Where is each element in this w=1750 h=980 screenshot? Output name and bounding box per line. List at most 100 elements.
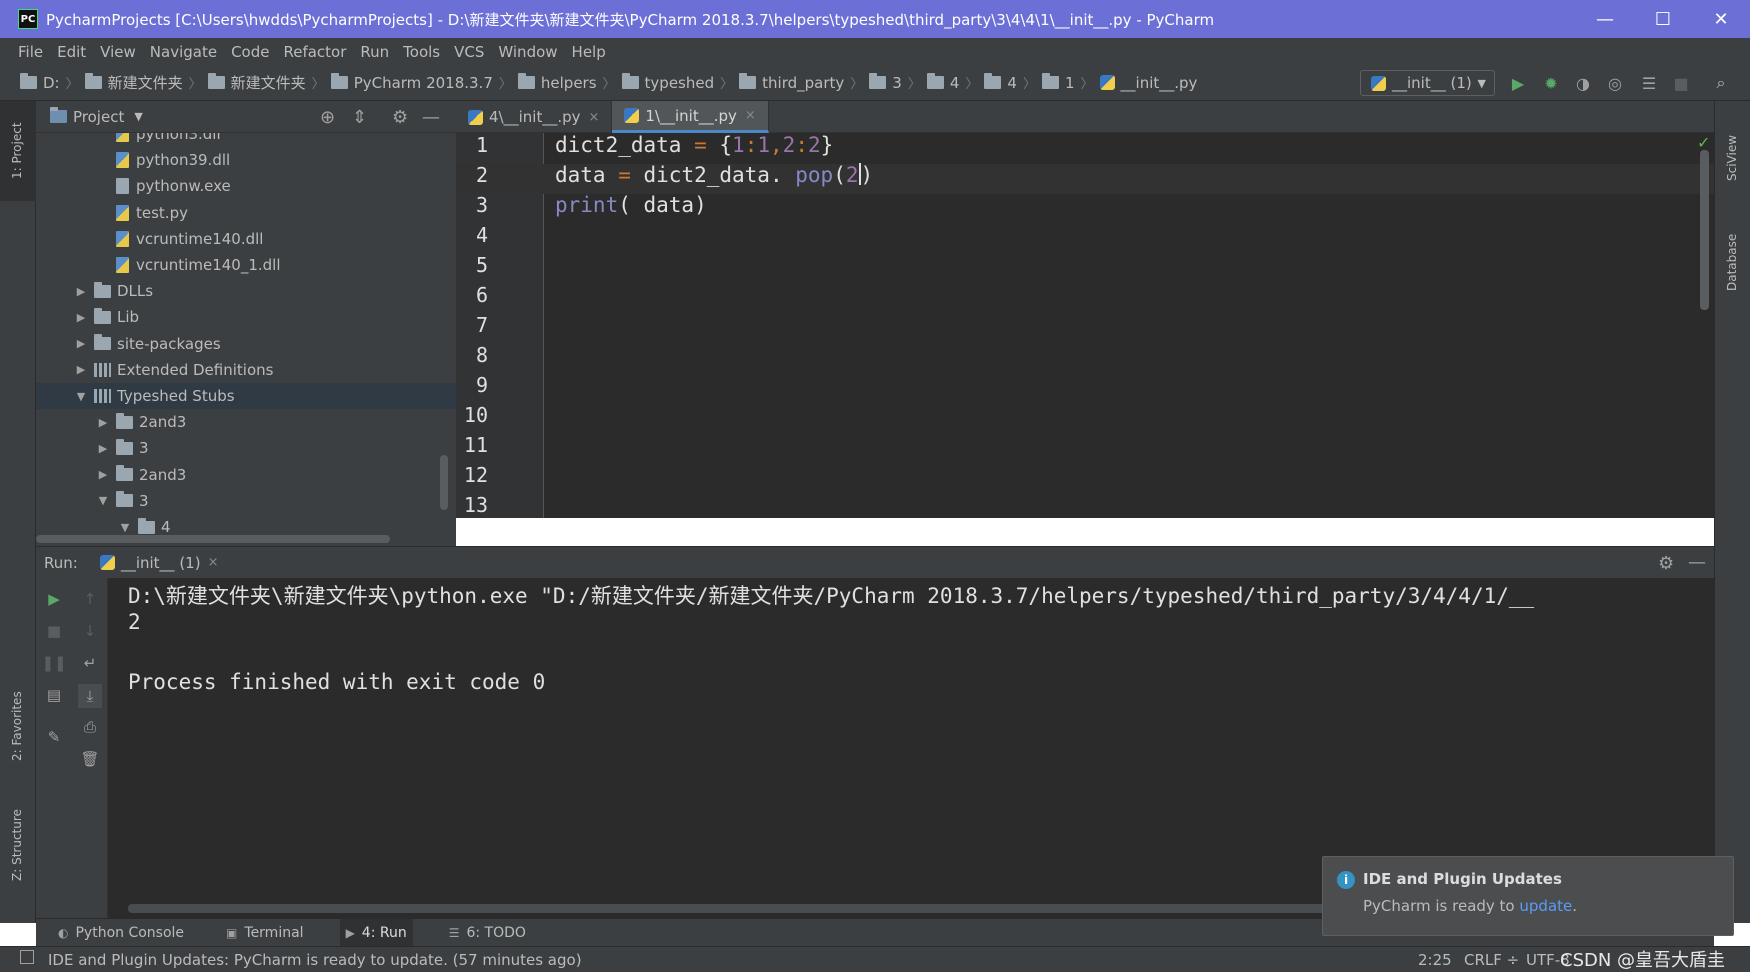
chevron-right-icon[interactable]: ▶ xyxy=(74,363,88,376)
minimize-button[interactable]: — xyxy=(1576,0,1634,38)
concurrency-icon[interactable]: ☰ xyxy=(1640,74,1658,93)
breadcrumb-item[interactable]: 1 xyxy=(1041,73,1075,92)
chevron-down-icon[interactable]: ▼ xyxy=(134,110,142,123)
gear-icon[interactable]: ⚙ xyxy=(392,107,408,128)
debug-icon[interactable]: ✹ xyxy=(1542,74,1560,93)
breadcrumb-item[interactable]: typeshed xyxy=(621,73,714,92)
tab-terminal[interactable]: ▣ Terminal xyxy=(220,919,310,947)
status-message[interactable]: IDE and Plugin Updates: PyCharm is ready… xyxy=(48,951,582,969)
tree-row[interactable]: vcruntime140.dll xyxy=(36,226,456,252)
profile-icon[interactable]: ◎ xyxy=(1606,74,1624,93)
code-line-2[interactable]: data = dict2_data. pop(2) xyxy=(555,163,873,187)
arrow-down-icon[interactable]: ↓ xyxy=(81,622,99,640)
close-tab-icon[interactable]: × xyxy=(589,110,600,125)
tree-row[interactable]: python3.dll xyxy=(36,133,456,147)
close-window-button[interactable]: ✕ xyxy=(1692,0,1750,38)
collapse-all-icon[interactable]: ⇕ xyxy=(352,107,367,128)
menu-vcs[interactable]: VCS xyxy=(454,43,484,61)
line-separator[interactable]: CRLF ÷ xyxy=(1464,951,1519,969)
menu-tools[interactable]: Tools xyxy=(403,43,440,61)
console-horizontal-scrollbar[interactable] xyxy=(128,904,1328,913)
breadcrumb-item[interactable]: third_party xyxy=(739,73,844,92)
project-panel-title[interactable]: Project xyxy=(73,108,124,126)
caret-position[interactable]: 2:25 xyxy=(1418,951,1452,969)
chevron-right-icon[interactable]: ▶ xyxy=(96,442,110,455)
arrow-up-icon[interactable]: ↑ xyxy=(81,590,99,608)
tree-row[interactable]: ▶ 2and3 xyxy=(36,409,456,435)
stop-icon[interactable]: ■ xyxy=(1672,74,1690,93)
gear-icon[interactable]: ⚙ xyxy=(1658,553,1674,574)
tree-row[interactable]: ▼ Typeshed Stubs xyxy=(36,383,456,409)
locate-icon[interactable]: ⊕ xyxy=(320,107,335,128)
menu-file[interactable]: File xyxy=(18,43,43,61)
menu-code[interactable]: Code xyxy=(231,43,269,61)
menu-view[interactable]: View xyxy=(100,43,136,61)
code-line-3[interactable]: print( data) xyxy=(555,193,707,217)
code-line-1[interactable]: dict2_data = {1:1,2:2} xyxy=(555,133,833,157)
tree-row[interactable]: test.py xyxy=(36,200,456,226)
chevron-down-icon[interactable]: ▼ xyxy=(96,494,110,507)
tree-row[interactable]: ▶ 3 xyxy=(36,435,456,461)
tab-todo[interactable]: ☰ 6: TODO xyxy=(443,919,532,947)
project-tool-tab-label[interactable]: 1: Project xyxy=(10,122,24,179)
chevron-right-icon[interactable]: ▶ xyxy=(96,416,110,429)
search-icon[interactable]: ⌕ xyxy=(1712,73,1730,92)
menu-run[interactable]: Run xyxy=(360,43,389,61)
breadcrumb-item[interactable]: helpers xyxy=(517,73,597,92)
pause-icon[interactable]: ❚❚ xyxy=(41,654,66,672)
breadcrumb-item[interactable]: 3 xyxy=(869,73,902,92)
chevron-down-icon[interactable]: ▼ xyxy=(118,521,132,534)
breadcrumb-item[interactable]: 4 xyxy=(926,73,959,92)
menu-edit[interactable]: Edit xyxy=(57,43,86,61)
breadcrumb-item[interactable]: PyCharm 2018.3.7 xyxy=(330,73,493,92)
hide-panel-icon[interactable]: — xyxy=(422,107,440,128)
tree-row[interactable]: ▶ DLLs xyxy=(36,278,456,304)
favorites-tool-tab[interactable]: 2: Favorites xyxy=(10,691,24,761)
project-horizontal-scrollbar[interactable] xyxy=(36,535,390,543)
print-icon[interactable]: ⎙ xyxy=(81,718,99,736)
editor-vertical-scrollbar[interactable] xyxy=(1700,150,1709,310)
run-icon[interactable]: ▶ xyxy=(1509,74,1527,93)
rerun-icon[interactable]: ▶ xyxy=(45,590,63,608)
tree-row[interactable]: pythonw.exe xyxy=(36,173,456,199)
maximize-button[interactable]: ☐ xyxy=(1634,0,1692,38)
close-tab-icon[interactable]: × xyxy=(208,555,219,570)
breadcrumb-item[interactable]: 新建文件夹 xyxy=(207,72,306,93)
breadcrumb-item[interactable]: 新建文件夹 xyxy=(84,72,183,93)
trash-icon[interactable]: 🗑 xyxy=(80,750,99,768)
menu-help[interactable]: Help xyxy=(572,43,606,61)
menu-refactor[interactable]: Refactor xyxy=(283,43,346,61)
tree-row[interactable]: ▶ site-packages xyxy=(36,331,456,357)
menu-navigate[interactable]: Navigate xyxy=(150,43,217,61)
tree-row[interactable]: ▶ 2and3 xyxy=(36,462,456,488)
editor-tab[interactable]: 4\__init__.py × xyxy=(456,101,613,133)
restore-layout-icon[interactable]: ▤ xyxy=(45,686,63,704)
breadcrumb-item[interactable]: D: xyxy=(20,73,60,92)
project-vertical-scrollbar[interactable] xyxy=(440,455,448,510)
tab-python-console[interactable]: ◐ Python Console xyxy=(52,919,190,947)
tree-row[interactable]: python39.dll xyxy=(36,147,456,173)
run-tab[interactable]: __init__ (1) × xyxy=(99,554,219,572)
menu-window[interactable]: Window xyxy=(498,43,557,61)
chevron-right-icon[interactable]: ▶ xyxy=(74,337,88,350)
chevron-right-icon[interactable]: ▶ xyxy=(74,285,88,298)
structure-tool-tab[interactable]: Z: Structure xyxy=(10,809,24,881)
sciview-tool-tab[interactable]: SciView xyxy=(1725,135,1739,181)
hide-panel-icon[interactable]: — xyxy=(1688,552,1706,573)
tree-row[interactable]: ▶ Extended Definitions xyxy=(36,357,456,383)
tree-row[interactable]: ▶ Lib xyxy=(36,304,456,330)
run-configuration-select[interactable]: __init__ (1) ▼ xyxy=(1360,70,1495,96)
scroll-to-end-icon[interactable]: ⤓ xyxy=(78,684,102,708)
breadcrumb-item[interactable]: 4 xyxy=(984,73,1017,92)
tree-row[interactable]: ▼ 3 xyxy=(36,488,456,514)
tab-run[interactable]: ▶ 4: Run xyxy=(339,918,413,947)
tree-row[interactable]: vcruntime140_1.dll xyxy=(36,252,456,278)
tool-window-toggle-icon[interactable] xyxy=(20,950,34,964)
chevron-down-icon[interactable]: ▼ xyxy=(74,390,88,403)
chevron-right-icon[interactable]: ▶ xyxy=(74,311,88,324)
chevron-right-icon[interactable]: ▶ xyxy=(96,468,110,481)
coverage-icon[interactable]: ◑ xyxy=(1574,74,1592,93)
breadcrumb-item[interactable]: __init__.py xyxy=(1099,74,1197,92)
soft-wrap-icon[interactable]: ↵ xyxy=(81,654,99,672)
stop-icon[interactable]: ■ xyxy=(45,622,63,640)
